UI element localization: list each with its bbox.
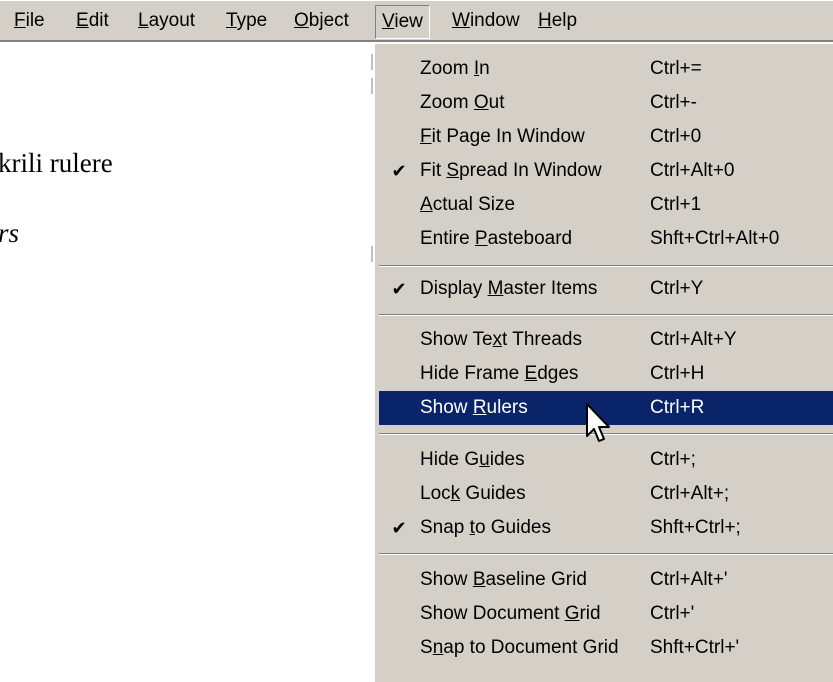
- menu-item-label: Lock Guides: [420, 483, 526, 504]
- menu-help[interactable]: Help: [532, 6, 583, 36]
- menu-item-actual-size[interactable]: Actual Size Ctrl+1: [379, 188, 833, 222]
- menu-item-zoom-in[interactable]: Zoom In Ctrl+=: [379, 52, 833, 86]
- menu-item-shortcut: Ctrl+1: [650, 194, 702, 215]
- menu-item-shortcut: Shft+Ctrl+': [650, 637, 740, 658]
- menu-item-label: Display Master Items: [420, 278, 598, 299]
- menu-edit[interactable]: Edit: [70, 6, 115, 36]
- menu-item-display-master-items[interactable]: ✔ Display Master Items Ctrl+Y: [379, 272, 833, 306]
- menu-item-shortcut: Ctrl+': [650, 603, 695, 624]
- menu-object[interactable]: Object: [288, 6, 355, 36]
- menu-item-hide-guides[interactable]: Hide Guides Ctrl+;: [379, 443, 833, 477]
- menu-item-shortcut: Ctrl+Alt+': [650, 569, 728, 590]
- menu-item-lock-guides[interactable]: Lock Guides Ctrl+Alt+;: [379, 477, 833, 511]
- menu-item-snap-to-guides[interactable]: ✔ Snap to Guides Shft+Ctrl+;: [379, 511, 833, 545]
- menu-item-shortcut: Shft+Ctrl+;: [650, 517, 741, 538]
- menu-item-shortcut: Ctrl+;: [650, 449, 696, 470]
- menu-type[interactable]: Type: [220, 6, 273, 36]
- menu-separator: [379, 265, 833, 267]
- menu-item-label: Fit Page In Window: [420, 126, 585, 147]
- view-menu-dropdown: Zoom In Ctrl+= Zoom Out Ctrl+- Fit Page …: [373, 42, 833, 682]
- checkmark-icon: ✔: [391, 518, 407, 538]
- menu-layout[interactable]: Layout: [132, 6, 201, 36]
- menu-item-label: Show Rulers: [420, 397, 528, 418]
- menu-bar: File Edit Layout Type Object View Window…: [0, 0, 833, 42]
- menu-item-shortcut: Ctrl+Alt+;: [650, 483, 730, 504]
- menu-item-show-text-threads[interactable]: Show Text Threads Ctrl+Alt+Y: [379, 323, 833, 357]
- menu-item-label: Actual Size: [420, 194, 516, 215]
- menu-item-label: Snap to Guides: [420, 517, 551, 538]
- menu-item-fit-page[interactable]: Fit Page In Window Ctrl+0: [379, 120, 833, 154]
- menu-item-fit-spread[interactable]: ✔ Fit Spread In Window Ctrl+Alt+0: [379, 154, 833, 188]
- menu-window[interactable]: Window: [446, 6, 526, 36]
- menu-item-label: Show Baseline Grid: [420, 569, 587, 590]
- menu-item-shortcut: Ctrl+-: [650, 92, 697, 113]
- menu-item-label: Show Document Grid: [420, 603, 601, 624]
- menu-item-label: Snap to Document Grid: [420, 637, 619, 658]
- menu-item-shortcut: Ctrl+Y: [650, 278, 704, 299]
- menu-item-shortcut: Ctrl+H: [650, 363, 705, 384]
- menu-item-label: Hide Guides: [420, 449, 525, 470]
- menu-file[interactable]: File: [8, 6, 51, 36]
- document-text-line-1: krili rulere: [0, 148, 113, 178]
- document-text-line-2: rs: [0, 218, 20, 248]
- menu-item-shortcut: Ctrl+0: [650, 126, 702, 147]
- menu-item-zoom-out[interactable]: Zoom Out Ctrl+-: [379, 86, 833, 120]
- menu-item-snap-to-document-grid[interactable]: Snap to Document Grid Shft+Ctrl+': [379, 631, 833, 665]
- menu-item-label: Zoom Out: [420, 92, 505, 113]
- menu-item-label: Zoom In: [420, 58, 490, 79]
- menu-item-show-baseline-grid[interactable]: Show Baseline Grid Ctrl+Alt+': [379, 563, 833, 597]
- menu-view[interactable]: View: [375, 5, 430, 39]
- menu-item-shortcut: Shft+Ctrl+Alt+0: [650, 228, 780, 249]
- menu-separator: [379, 314, 833, 316]
- menubar-edge: [0, 0, 833, 1]
- menu-item-label: Hide Frame Edges: [420, 363, 579, 384]
- menu-item-shortcut: Ctrl+=: [650, 58, 702, 79]
- menu-separator: [379, 553, 833, 555]
- checkmark-icon: ✔: [391, 161, 407, 181]
- arrow-cursor-icon: [586, 403, 610, 442]
- menu-item-show-document-grid[interactable]: Show Document Grid Ctrl+': [379, 597, 833, 631]
- menu-item-label: Fit Spread In Window: [420, 160, 602, 181]
- menu-item-hide-frame-edges[interactable]: Hide Frame Edges Ctrl+H: [379, 357, 833, 391]
- menu-item-entire-pasteboard[interactable]: Entire Pasteboard Shft+Ctrl+Alt+0: [379, 222, 833, 256]
- menu-item-label: Entire Pasteboard: [420, 228, 573, 249]
- menu-item-shortcut: Ctrl+Alt+Y: [650, 329, 737, 350]
- menu-item-shortcut: Ctrl+Alt+0: [650, 160, 735, 181]
- menu-item-shortcut: Ctrl+R: [650, 397, 705, 418]
- menu-item-label: Show Text Threads: [420, 329, 582, 350]
- checkmark-icon: ✔: [391, 279, 407, 299]
